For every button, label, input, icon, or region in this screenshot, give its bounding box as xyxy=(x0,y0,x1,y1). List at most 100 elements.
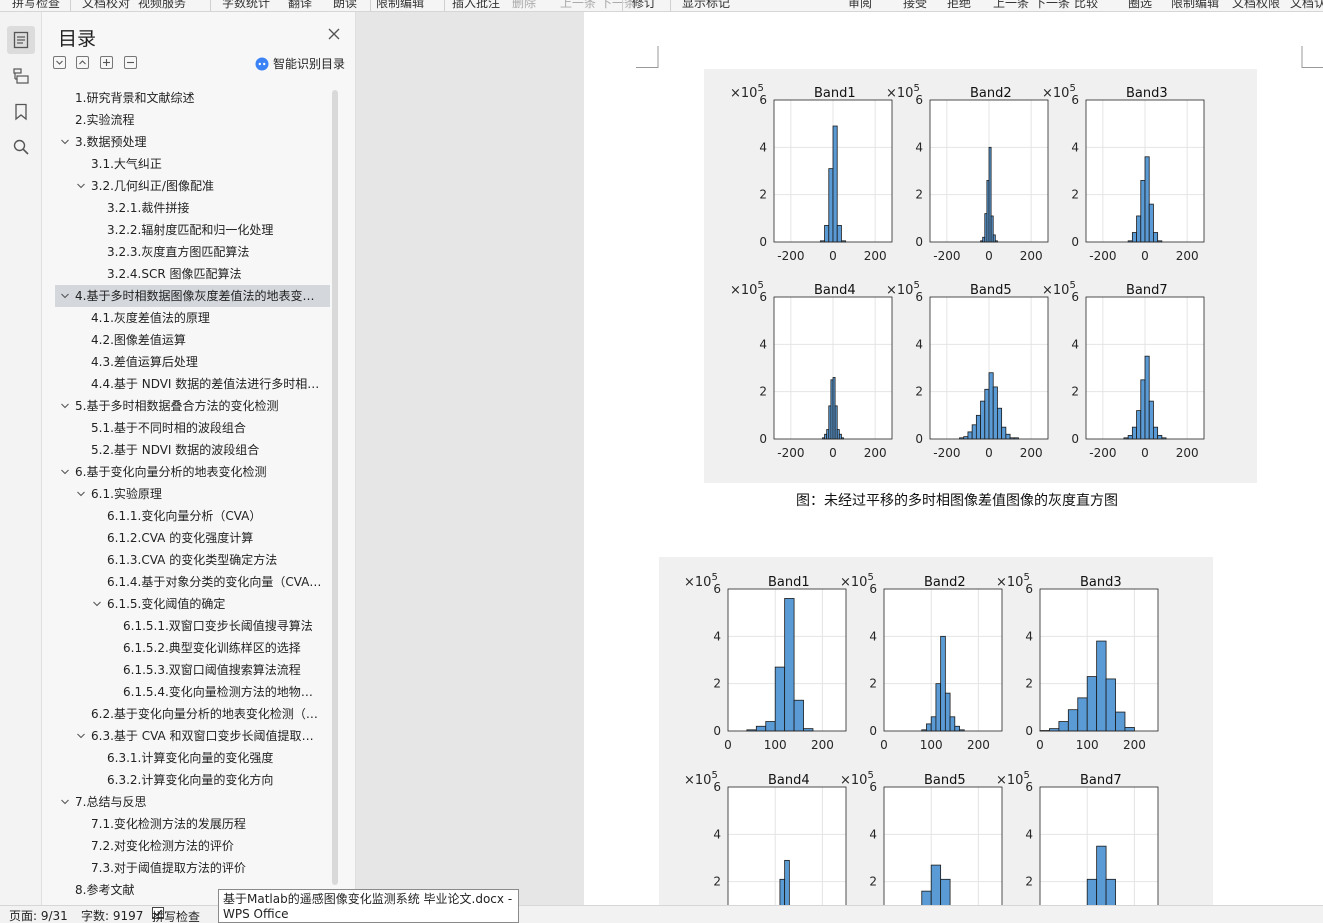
histogram-bar xyxy=(1144,355,1150,440)
outline-tree: 1.研究背景和文献综述 2.实验流程 3.数据预处理 3.1.大气纠正 3.2.几何纠正… xyxy=(55,87,330,901)
y-tick-label: 6 xyxy=(1025,780,1033,794)
ribbon-item[interactable]: 接受 xyxy=(903,0,927,11)
chevron-down-icon[interactable] xyxy=(77,490,85,498)
outline-item[interactable]: 3.2.2.辐射度匹配和归一化处理 xyxy=(55,219,330,241)
outline-item[interactable]: 6.1.5.4.变化向量检测方法的地物类型判别 xyxy=(55,681,330,703)
remove-heading-icon[interactable] xyxy=(124,56,137,69)
y-tick-label: 6 xyxy=(759,290,767,304)
outline-item[interactable]: 5.1.基于不同时相的波段组合 xyxy=(55,417,330,439)
x-tick-label: -200 xyxy=(777,446,804,460)
outline-item[interactable]: 4.4.基于 NDVI 数据的差值法进行多时相变化检测 xyxy=(55,373,330,395)
search-icon[interactable] xyxy=(7,133,35,161)
ribbon-item[interactable]: 上一条 xyxy=(560,0,596,11)
outline-item[interactable]: 6.2.基于变化向量分析的地表变化检测（CVA）实验 xyxy=(55,703,330,725)
word-count[interactable]: 字数: 9197 xyxy=(81,907,143,923)
y-tick-label: 4 xyxy=(759,337,767,351)
outline-item[interactable]: 6.1.3.CVA 的变化类型确定方法 xyxy=(55,549,330,571)
ribbon-item[interactable]: 显示标记 xyxy=(682,0,730,11)
outline-item[interactable]: 5.基于多时相数据叠合方法的变化检测 xyxy=(55,395,330,417)
outline-item[interactable]: 6.3.1.计算变化向量的变化强度 xyxy=(55,747,330,769)
chevron-down-icon[interactable] xyxy=(77,732,85,740)
outline-item[interactable]: 3.2.3.灰度直方图匹配算法 xyxy=(55,241,330,263)
chevron-down-icon[interactable] xyxy=(93,600,101,608)
outline-item[interactable]: 3.2.1.裁件拼接 xyxy=(55,197,330,219)
outline-item[interactable]: 6.1.4.基于对象分类的变化向量（CVA）分析方法 xyxy=(55,571,330,593)
outline-item[interactable]: 5.2.基于 NDVI 数据的波段组合 xyxy=(55,439,330,461)
add-heading-icon[interactable] xyxy=(100,56,113,69)
outline-item[interactable]: 3.数据预处理 xyxy=(55,131,330,153)
outline-item[interactable]: 6.1.5.1.双窗口变步长阈值搜寻算法 xyxy=(55,615,330,637)
ribbon-item[interactable]: 文档权限 xyxy=(1232,0,1280,11)
outline-item[interactable]: 6.1.5.3.双窗口阈值搜索算法流程 xyxy=(55,659,330,681)
outline-item[interactable]: 6.3.基于 CVA 和双窗口变步长阈值提取的变化检测 xyxy=(55,725,330,747)
outline-item[interactable]: 6.3.2.计算变化向量的变化方向 xyxy=(55,769,330,791)
close-icon[interactable] xyxy=(328,28,342,42)
x-tick-label: 200 xyxy=(1176,446,1199,460)
ribbon-item[interactable]: 修订 xyxy=(632,0,656,11)
histogram-bar xyxy=(1115,711,1126,732)
outline-item[interactable]: 4.2.图像差值运算 xyxy=(55,329,330,351)
outline-item[interactable]: 6.1.5.变化阈值的确定 xyxy=(55,593,330,615)
chevron-down-icon[interactable] xyxy=(61,798,69,806)
chevron-down-icon[interactable] xyxy=(61,468,69,476)
outline-item[interactable]: 7.总结与反思 xyxy=(55,791,330,813)
outline-item[interactable]: 3.1.大气纠正 xyxy=(55,153,330,175)
outline-item[interactable]: 6.基于变化向量分析的地表变化检测 xyxy=(55,461,330,483)
ribbon-item[interactable]: 圈选 xyxy=(1128,0,1152,11)
chevron-down-icon[interactable] xyxy=(61,292,69,300)
ribbon-item[interactable]: 字数统计 xyxy=(222,0,270,11)
collapse-all-icon[interactable] xyxy=(76,56,89,69)
x-tick-label: 0 xyxy=(880,738,888,752)
outline-item[interactable]: 4.3.差值运算后处理 xyxy=(55,351,330,373)
smart-outline-button[interactable]: 智能识别目录 xyxy=(255,55,345,72)
histogram-bar xyxy=(1086,676,1098,732)
outline-view-icon[interactable] xyxy=(7,26,35,54)
histogram-bar xyxy=(954,725,960,732)
outline-item[interactable]: 6.1.2.CVA 的变化强度计算 xyxy=(55,527,330,549)
ribbon-item[interactable]: 朗读 xyxy=(333,0,357,11)
outline-item[interactable]: 7.2.对变化检测方法的评价 xyxy=(55,835,330,857)
bookmark-icon[interactable] xyxy=(7,98,35,126)
outline-item[interactable]: 3.2.4.SCR 图像匹配算法 xyxy=(55,263,330,285)
outline-item-label: 7.总结与反思 xyxy=(75,795,147,809)
ribbon-item[interactable]: 文档认证 xyxy=(1290,0,1323,11)
outline-item[interactable]: 7.3.对于阈值提取方法的评价 xyxy=(55,857,330,879)
ribbon-item[interactable]: 插入批注 xyxy=(452,0,500,11)
ribbon-item[interactable]: 比较 xyxy=(1074,0,1098,11)
histogram-bar xyxy=(926,723,932,732)
outline-item[interactable]: 1.研究背景和文献综述 xyxy=(55,87,330,109)
expand-all-icon[interactable] xyxy=(53,56,66,69)
chevron-down-icon[interactable] xyxy=(61,138,69,146)
histogram-bar xyxy=(1140,379,1146,440)
outline-item[interactable]: 3.2.几何纠正/图像配准 xyxy=(55,175,330,197)
page-indicator[interactable]: 页面: 9/31 xyxy=(9,907,68,923)
ribbon-item[interactable]: 上一条 xyxy=(993,0,1029,11)
outline-item[interactable]: 7.1.变化检测方法的发展历程 xyxy=(55,813,330,835)
ribbon-item[interactable]: 限制编辑 xyxy=(1171,0,1219,11)
chapter-nav-icon[interactable] xyxy=(7,62,35,90)
ribbon-item[interactable]: 拼写检查 xyxy=(12,0,60,11)
outline-item-label: 6.2.基于变化向量分析的地表变化检测（CVA）实验 xyxy=(91,707,324,721)
ribbon-item[interactable]: 审阅 xyxy=(848,0,872,11)
spell-check-toggle[interactable]: 拼写检查 xyxy=(152,907,200,923)
ribbon-item[interactable]: 视频服务 xyxy=(138,0,186,11)
outline-item[interactable]: 4.基于多时相数据图像灰度差值法的地表变化检测 xyxy=(55,285,330,307)
outline-item[interactable]: 4.1.灰度差值法的原理 xyxy=(55,307,330,329)
chevron-down-icon[interactable] xyxy=(61,402,69,410)
outline-item[interactable]: 6.1.5.2.典型变化训练样区的选择 xyxy=(55,637,330,659)
ribbon-item[interactable]: 拒绝 xyxy=(947,0,971,11)
ribbon-item[interactable]: 限制编辑 xyxy=(376,0,424,11)
ribbon-item[interactable]: 下一条 xyxy=(600,0,636,11)
outline-item[interactable]: 6.1.实验原理 xyxy=(55,483,330,505)
ribbon-item[interactable]: 删除 xyxy=(512,0,536,11)
outline-scrollbar[interactable] xyxy=(332,90,338,885)
ribbon-item[interactable]: 翻译 xyxy=(288,0,312,11)
chevron-down-icon[interactable] xyxy=(77,182,85,190)
outline-item[interactable]: 2.实验流程 xyxy=(55,109,330,131)
outline-item[interactable]: 6.1.1.变化向量分析（CVA） xyxy=(55,505,330,527)
x-tick-label: 0 xyxy=(985,249,993,263)
ribbon-item[interactable]: 文档校对 xyxy=(82,0,130,11)
y-tick-label: 4 xyxy=(759,140,767,154)
histogram-figure-1: 0246-200 0 200×105 Band10246-200 0 200×105 Ban… xyxy=(730,83,1205,460)
ribbon-item[interactable]: 下一条 xyxy=(1034,0,1070,11)
